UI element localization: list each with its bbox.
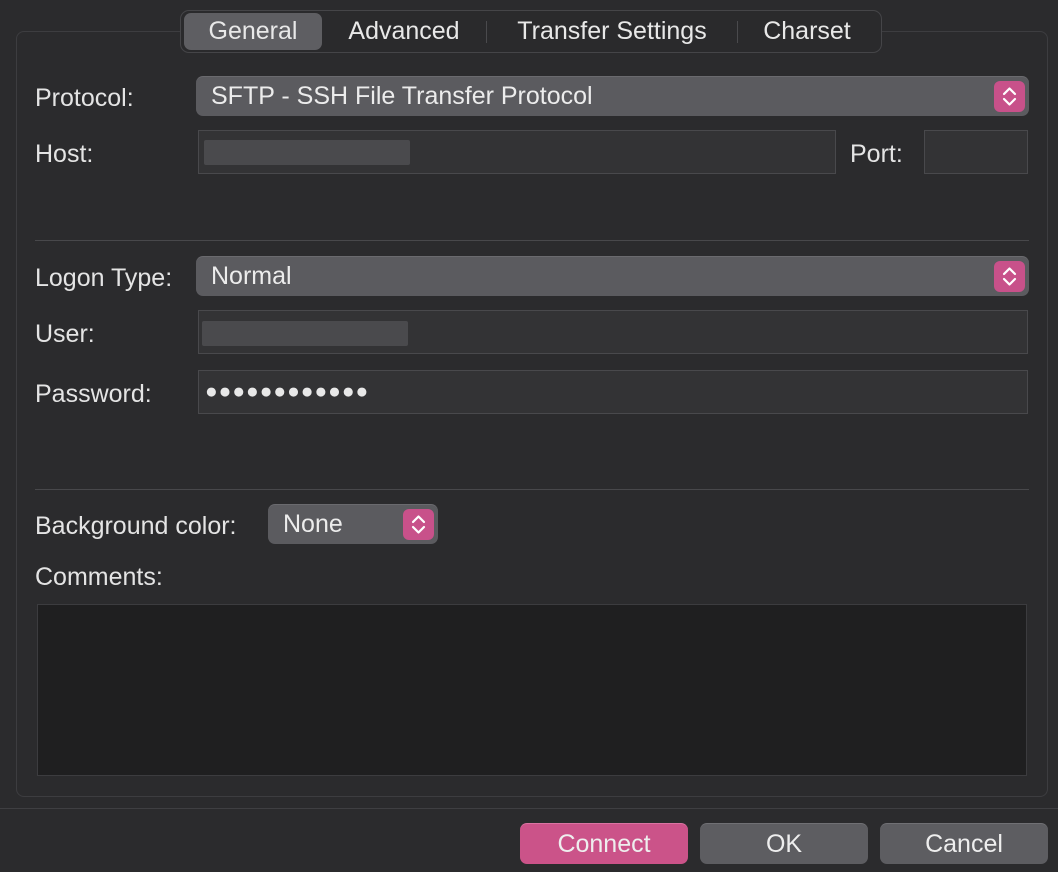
- logon-type-select-value: Normal: [211, 262, 292, 290]
- ok-button[interactable]: OK: [700, 823, 868, 864]
- background-color-select[interactable]: None: [268, 504, 438, 544]
- protocol-label: Protocol:: [35, 84, 134, 112]
- logon-type-select[interactable]: Normal: [196, 256, 1029, 296]
- section-divider: [35, 240, 1029, 241]
- tab-charset[interactable]: Charset: [738, 13, 876, 50]
- host-label: Host:: [35, 140, 94, 168]
- logon-type-label: Logon Type:: [35, 264, 173, 292]
- connect-button[interactable]: Connect: [520, 823, 688, 864]
- redacted-user: [202, 321, 408, 346]
- footer-divider: [0, 808, 1058, 809]
- section-divider: [35, 489, 1029, 490]
- cancel-button[interactable]: Cancel: [880, 823, 1048, 864]
- background-color-label: Background color:: [35, 512, 237, 540]
- user-input[interactable]: [198, 310, 1028, 354]
- password-input[interactable]: ●●●●●●●●●●●●: [198, 370, 1028, 414]
- password-input-value: ●●●●●●●●●●●●: [205, 380, 370, 403]
- password-label: Password:: [35, 380, 152, 408]
- up-down-chevron-icon: [994, 261, 1025, 292]
- tab-bar: General Advanced Transfer Settings Chars…: [180, 10, 882, 53]
- host-input[interactable]: [198, 130, 836, 174]
- protocol-select-value: SFTP - SSH File Transfer Protocol: [211, 82, 593, 110]
- protocol-select[interactable]: SFTP - SSH File Transfer Protocol: [196, 76, 1029, 116]
- comments-textarea[interactable]: [37, 604, 1027, 776]
- port-label: Port:: [850, 140, 903, 168]
- up-down-chevron-icon: [403, 509, 434, 540]
- redacted-host: [204, 140, 410, 165]
- user-label: User:: [35, 320, 95, 348]
- up-down-chevron-icon: [994, 81, 1025, 112]
- background-color-select-value: None: [283, 510, 343, 538]
- tab-transfer-settings[interactable]: Transfer Settings: [487, 13, 737, 50]
- port-input[interactable]: [924, 130, 1028, 174]
- comments-label: Comments:: [35, 563, 163, 591]
- tab-advanced[interactable]: Advanced: [322, 13, 486, 50]
- tab-general[interactable]: General: [184, 13, 322, 50]
